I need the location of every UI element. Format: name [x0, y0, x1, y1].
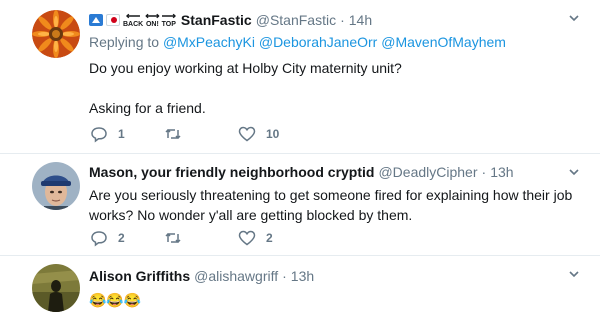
japan-flag-icon [106, 14, 120, 26]
avatar[interactable] [32, 264, 80, 312]
username[interactable]: @DeadlyCipher [378, 164, 477, 180]
like-button[interactable]: 10 [238, 125, 312, 143]
tweet-header: Alison Griffiths @alishawgriff · 13h [89, 266, 580, 286]
flag-icon [89, 14, 103, 26]
separator: · [340, 12, 345, 28]
reply-icon [91, 127, 107, 143]
like-button[interactable]: 2 [238, 229, 312, 247]
mention-link[interactable]: @MavenOfMayhem [381, 34, 506, 50]
reply-count: 2 [118, 231, 125, 245]
top-arrow-emoji: ⟶ TOP [161, 11, 176, 29]
reply-button[interactable]: 1 [90, 125, 164, 143]
reply-icon [91, 231, 107, 247]
retweet-icon [165, 128, 181, 140]
username[interactable]: @alishawgriff [194, 268, 278, 284]
tweet-text: 😂😂😂 [89, 292, 142, 308]
replying-to-label: Replying to [89, 34, 160, 50]
back-arrow-emoji: ⟵ BACK [123, 11, 144, 29]
like-count: 2 [266, 231, 273, 245]
reply-button[interactable]: 2 [90, 229, 164, 247]
chevron-down-icon[interactable] [568, 166, 580, 178]
avatar-image [32, 10, 80, 58]
separator: · [282, 268, 287, 284]
separator: · [481, 164, 487, 180]
retweet-button[interactable] [164, 125, 238, 143]
timestamp[interactable]: 14h [349, 12, 372, 28]
avatar-image [32, 264, 80, 312]
tweet-actions: 1 10 [90, 125, 312, 143]
tweet-header: Mason, your friendly neighborhood crypti… [89, 162, 580, 182]
retweet-button[interactable] [164, 229, 238, 247]
display-name[interactable]: Alison Griffiths [89, 268, 190, 284]
reply-count: 1 [118, 127, 125, 141]
tweet-text: Are you seriously threatening to get som… [89, 187, 573, 223]
display-name[interactable]: Mason, your friendly neighborhood crypti… [89, 164, 374, 180]
tweet[interactable]: Alison Griffiths @alishawgriff · 13h 😂😂😂 [0, 255, 600, 317]
heart-icon [238, 126, 256, 142]
username[interactable]: @StanFastic [256, 12, 336, 28]
name-emojis: ⟵ BACK ⟷ ON! ⟶ TOP [89, 12, 178, 28]
avatar[interactable] [32, 162, 80, 210]
tweet-text: Do you enjoy working at Holby City mater… [89, 60, 402, 116]
timestamp[interactable]: 13h [490, 164, 513, 180]
tweet-actions: 2 2 [90, 229, 312, 247]
chevron-down-icon[interactable] [568, 268, 580, 280]
chevron-down-icon[interactable] [568, 12, 580, 24]
retweet-icon [165, 232, 181, 244]
timestamp[interactable]: 13h [291, 268, 314, 284]
mention-link[interactable]: @MxPeachyKi [163, 34, 255, 50]
tweet-header: ⟵ BACK ⟷ ON! ⟶ TOP StanFastic @StanFastic ·… [89, 10, 580, 30]
on-arrow-emoji: ⟷ ON! [145, 11, 160, 29]
heart-icon [238, 230, 256, 246]
avatar-image [32, 162, 80, 210]
like-count: 10 [266, 127, 280, 141]
avatar[interactable] [32, 10, 80, 58]
display-name[interactable]: StanFastic [181, 12, 252, 28]
replying-to: Replying to @MxPeachyKi @DeborahJaneOrr … [89, 34, 580, 54]
mention-link[interactable]: @DeborahJaneOrr [259, 34, 378, 50]
